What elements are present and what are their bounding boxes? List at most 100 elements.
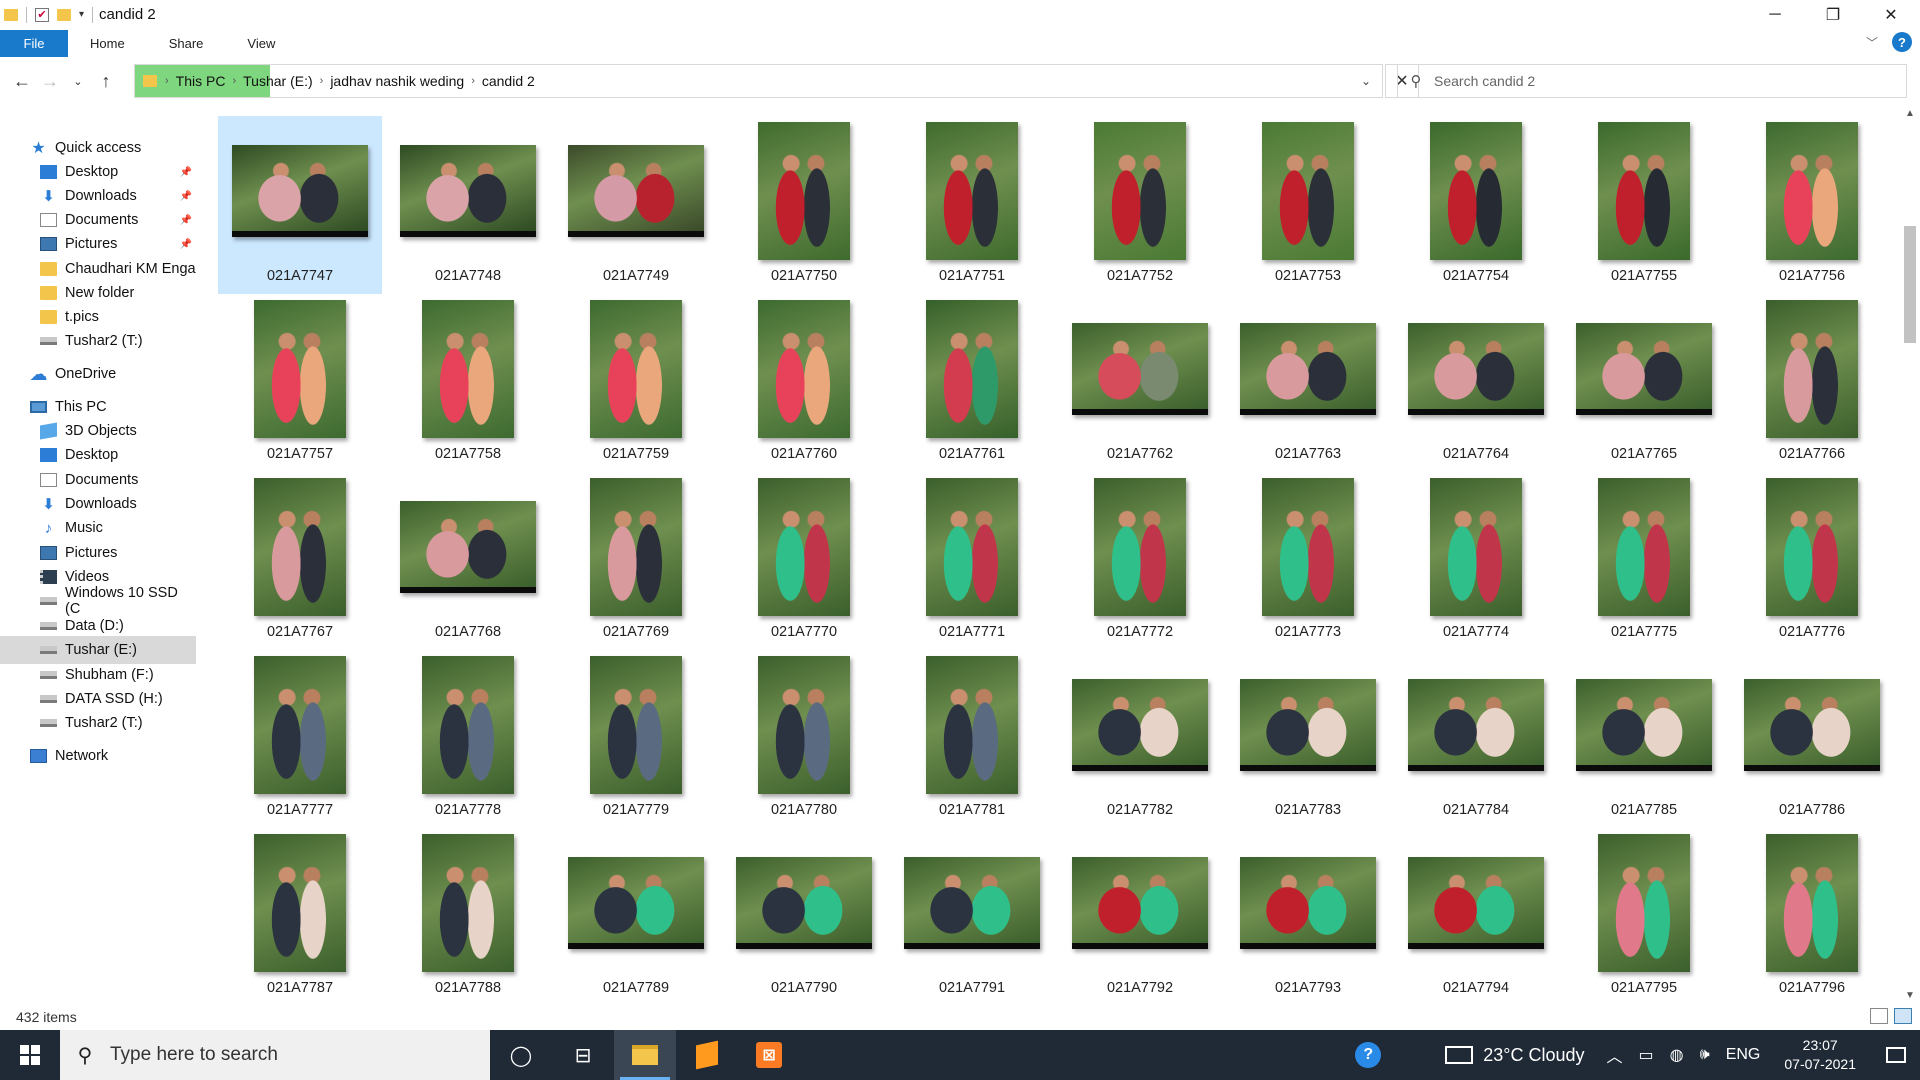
search-box[interactable]: ⚲ — [1397, 64, 1907, 98]
address-dropdown-chevron-icon[interactable]: ⌄ — [1350, 65, 1382, 97]
scroll-down-arrow-icon[interactable]: ▼ — [1900, 986, 1920, 1004]
search-input[interactable] — [1434, 73, 1894, 89]
file-tile[interactable]: 021A7757 — [218, 294, 382, 472]
network-globe-icon[interactable]: ◍ — [1662, 1045, 1692, 1065]
battery-icon[interactable]: ▭ — [1631, 1045, 1662, 1065]
scrollbar-thumb[interactable] — [1904, 226, 1916, 343]
cortana-icon[interactable]: ◯ — [490, 1030, 552, 1080]
breadcrumb-this-pc[interactable]: This PC — [169, 73, 233, 89]
file-tile[interactable]: 021A7774 — [1394, 472, 1558, 650]
file-tile[interactable]: 021A7766 — [1730, 294, 1894, 472]
file-tile[interactable]: 021A7783 — [1226, 650, 1390, 828]
file-tile[interactable]: 021A7782 — [1058, 650, 1222, 828]
file-tile[interactable]: 021A7753 — [1226, 116, 1390, 294]
taskbar-search-box[interactable]: ⚲ Type here to search — [60, 1030, 490, 1080]
properties-icon[interactable]: ✔ — [35, 7, 49, 22]
sidebar-item-desktop[interactable]: Desktop — [0, 441, 196, 469]
language-indicator[interactable]: ENG — [1718, 1046, 1769, 1064]
file-tile[interactable]: 021A7786 — [1730, 650, 1894, 828]
file-tile[interactable]: 021A7750 — [722, 116, 886, 294]
details-view-icon[interactable] — [1870, 1008, 1888, 1024]
taskbar-sublime-text[interactable] — [676, 1030, 738, 1080]
file-tile[interactable]: 021A7796 — [1730, 828, 1894, 1006]
file-tile[interactable]: 021A7770 — [722, 472, 886, 650]
file-tile[interactable]: 021A7764 — [1394, 294, 1558, 472]
file-tile[interactable]: 021A7749 — [554, 116, 718, 294]
get-help-icon[interactable]: ? — [1355, 1042, 1382, 1068]
clock[interactable]: 23:07 07-07-2021 — [1768, 1036, 1872, 1074]
sidebar-item-windows-10-ssd-c[interactable]: Windows 10 SSD (C — [0, 585, 196, 617]
file-tile[interactable]: 021A7768 — [386, 472, 550, 650]
file-tile[interactable]: 021A7780 — [722, 650, 886, 828]
sidebar-item-onedrive[interactable]: ☁ OneDrive — [0, 360, 196, 388]
file-tile[interactable]: 021A7772 — [1058, 472, 1222, 650]
file-tile[interactable]: 021A7790 — [722, 828, 886, 1006]
taskbar-file-explorer[interactable] — [614, 1030, 676, 1080]
file-tile[interactable]: 021A7761 — [890, 294, 1054, 472]
file-tile[interactable]: 021A7754 — [1394, 116, 1558, 294]
file-tile[interactable]: 021A7767 — [218, 472, 382, 650]
weather-widget[interactable]: 23°C Cloudy — [1445, 1045, 1585, 1066]
file-tile[interactable]: 021A7775 — [1562, 472, 1726, 650]
file-tile[interactable]: 021A7779 — [554, 650, 718, 828]
start-button[interactable] — [0, 1030, 60, 1080]
new-folder-icon[interactable] — [57, 8, 71, 21]
expand-ribbon-chevron-icon[interactable]: ﹀ — [1866, 34, 1878, 51]
file-tile[interactable]: 021A7752 — [1058, 116, 1222, 294]
back-arrow-icon[interactable]: ← — [8, 67, 36, 95]
forward-arrow-icon[interactable]: → — [36, 67, 64, 95]
file-tile[interactable]: 021A7795 — [1562, 828, 1726, 1006]
sidebar-item-tushar-e[interactable]: Tushar (E:) — [0, 636, 196, 664]
address-bar[interactable]: › This PC › Tushar (E:) › jadhav nashik … — [134, 64, 1383, 98]
file-tile[interactable]: 021A7794 — [1394, 828, 1558, 1006]
large-icons-view-icon[interactable] — [1894, 1008, 1912, 1024]
help-icon[interactable]: ? — [1892, 32, 1912, 52]
file-tile[interactable]: 021A7751 — [890, 116, 1054, 294]
file-tile[interactable]: 021A7789 — [554, 828, 718, 1006]
file-tile[interactable]: 021A7773 — [1226, 472, 1390, 650]
file-tile[interactable]: 021A7787 — [218, 828, 382, 1006]
show-hidden-icons-chevron-icon[interactable]: ︿ — [1599, 1043, 1631, 1067]
file-tile[interactable]: 021A7762 — [1058, 294, 1222, 472]
file-tile[interactable]: 021A7760 — [722, 294, 886, 472]
file-tile[interactable]: 021A7792 — [1058, 828, 1222, 1006]
sidebar-item-tushar2-t[interactable]: Tushar2 (T:) — [0, 327, 196, 355]
taskbar-xampp[interactable]: ⊠ — [738, 1030, 800, 1080]
file-tile[interactable]: 021A7765 — [1562, 294, 1726, 472]
tab-home[interactable]: Home — [68, 30, 147, 57]
volume-icon[interactable]: 🕪 — [1692, 1046, 1718, 1064]
restore-button[interactable]: ❐ — [1804, 0, 1862, 29]
file-tile[interactable]: 021A7758 — [386, 294, 550, 472]
up-arrow-icon[interactable]: ↑ — [92, 67, 120, 95]
file-tile[interactable]: 021A7778 — [386, 650, 550, 828]
sidebar-item-tushar2-t[interactable]: Tushar2 (T:) — [0, 709, 196, 737]
sidebar-item-network[interactable]: Network — [0, 742, 196, 770]
notification-center-icon[interactable] — [1872, 1030, 1920, 1080]
file-tile[interactable]: 021A7747 — [218, 116, 382, 294]
file-tile[interactable]: 021A7756 — [1730, 116, 1894, 294]
file-tile[interactable]: 021A7785 — [1562, 650, 1726, 828]
scroll-up-arrow-icon[interactable]: ▲ — [1900, 104, 1920, 122]
tab-share[interactable]: Share — [147, 30, 226, 57]
tab-file[interactable]: File — [0, 30, 68, 57]
breadcrumb-folder[interactable]: jadhav nashik weding — [323, 73, 471, 89]
breadcrumb-drive[interactable]: Tushar (E:) — [236, 73, 320, 89]
file-tile[interactable]: 021A7776 — [1730, 472, 1894, 650]
tab-view[interactable]: View — [225, 30, 297, 57]
file-tile[interactable]: 021A7771 — [890, 472, 1054, 650]
file-tile[interactable]: 021A7793 — [1226, 828, 1390, 1006]
vertical-scrollbar[interactable]: ▲ ▼ — [1900, 104, 1920, 1004]
file-tile[interactable]: 021A7755 — [1562, 116, 1726, 294]
close-button[interactable]: ✕ — [1862, 0, 1920, 29]
minimize-button[interactable]: ─ — [1746, 0, 1804, 29]
file-tile[interactable]: 021A7791 — [890, 828, 1054, 1006]
file-tile[interactable]: 021A7777 — [218, 650, 382, 828]
recent-locations-chevron-icon[interactable]: ⌄ — [64, 67, 92, 95]
sidebar-item-pictures[interactable]: Pictures 📌 — [0, 230, 196, 258]
sidebar-item-music[interactable]: ♪ Music — [0, 514, 196, 542]
file-tile[interactable]: 021A7788 — [386, 828, 550, 1006]
customize-toolbar-chevron-icon[interactable]: ▾ — [79, 9, 84, 20]
file-tile[interactable]: 021A7784 — [1394, 650, 1558, 828]
file-tile[interactable]: 021A7781 — [890, 650, 1054, 828]
breadcrumb-current[interactable]: candid 2 — [475, 73, 542, 89]
